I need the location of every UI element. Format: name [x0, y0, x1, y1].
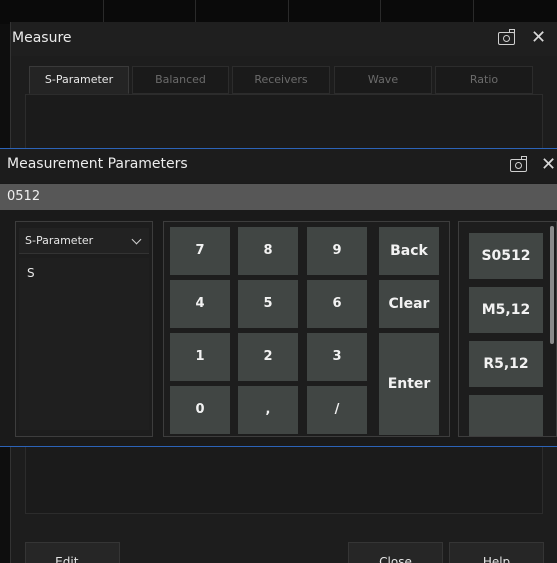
- option-s0512[interactable]: S0512: [469, 233, 543, 279]
- tab-balanced[interactable]: Balanced: [132, 66, 229, 94]
- parameter-list: S: [19, 258, 149, 430]
- key-8[interactable]: 8: [238, 227, 298, 275]
- key-2[interactable]: 2: [238, 333, 298, 381]
- close-icon[interactable]: ✕: [531, 29, 546, 47]
- params-title: Measurement Parameters: [7, 156, 188, 172]
- key-slash[interactable]: /: [307, 386, 367, 434]
- parameter-options-panel: S0512 M5,12 R5,12: [458, 221, 557, 437]
- edit-button[interactable]: Edit...: [25, 542, 120, 563]
- tab-s-parameter[interactable]: S-Parameter: [29, 66, 129, 94]
- key-9[interactable]: 9: [307, 227, 367, 275]
- background-grid: [0, 0, 557, 24]
- measurement-parameters-dialog: Measurement Parameters ✕ 0512 S-Paramete…: [0, 148, 557, 447]
- parameter-type-select[interactable]: S-Parameter: [19, 228, 149, 254]
- chevron-down-icon: [131, 234, 142, 245]
- option-r5-12[interactable]: R5,12: [469, 341, 543, 387]
- parameter-type-value: S-Parameter: [25, 234, 94, 247]
- list-item[interactable]: S: [27, 266, 35, 280]
- close-icon[interactable]: ✕: [541, 156, 556, 174]
- key-comma[interactable]: ,: [238, 386, 298, 434]
- measure-title-bar: Measure ✕: [11, 22, 557, 56]
- key-7[interactable]: 7: [170, 227, 230, 275]
- parameter-type-panel: S-Parameter S: [15, 221, 153, 437]
- key-4[interactable]: 4: [170, 280, 230, 328]
- back-button[interactable]: Back: [379, 227, 439, 275]
- help-button[interactable]: Help: [449, 542, 544, 563]
- params-title-bar: Measurement Parameters ✕: [0, 149, 557, 183]
- screen: Measure ✕ S-Parameter Balanced Receivers…: [0, 0, 557, 563]
- key-5[interactable]: 5: [238, 280, 298, 328]
- tab-wave[interactable]: Wave: [334, 66, 432, 94]
- key-0[interactable]: 0: [170, 386, 230, 434]
- enter-button[interactable]: Enter: [379, 333, 439, 435]
- key-1[interactable]: 1: [170, 333, 230, 381]
- measure-title: Measure: [12, 30, 72, 46]
- tab-ratio[interactable]: Ratio: [435, 66, 533, 94]
- clear-button[interactable]: Clear: [379, 280, 439, 328]
- camera-icon[interactable]: [510, 156, 527, 172]
- tab-receivers[interactable]: Receivers: [232, 66, 330, 94]
- parameter-input[interactable]: 0512: [0, 184, 557, 210]
- close-button[interactable]: Close: [348, 542, 443, 563]
- camera-icon[interactable]: [498, 29, 515, 45]
- option-partial[interactable]: [469, 395, 543, 436]
- measure-tabs: S-Parameter Balanced Receivers Wave Rati…: [29, 66, 544, 94]
- scrollbar[interactable]: [550, 226, 554, 344]
- key-6[interactable]: 6: [307, 280, 367, 328]
- key-3[interactable]: 3: [307, 333, 367, 381]
- option-m5-12[interactable]: M5,12: [469, 287, 543, 333]
- keypad: 7 8 9 Back 4 5 6 Clear 1 2 3 Enter 0 , /: [163, 221, 450, 437]
